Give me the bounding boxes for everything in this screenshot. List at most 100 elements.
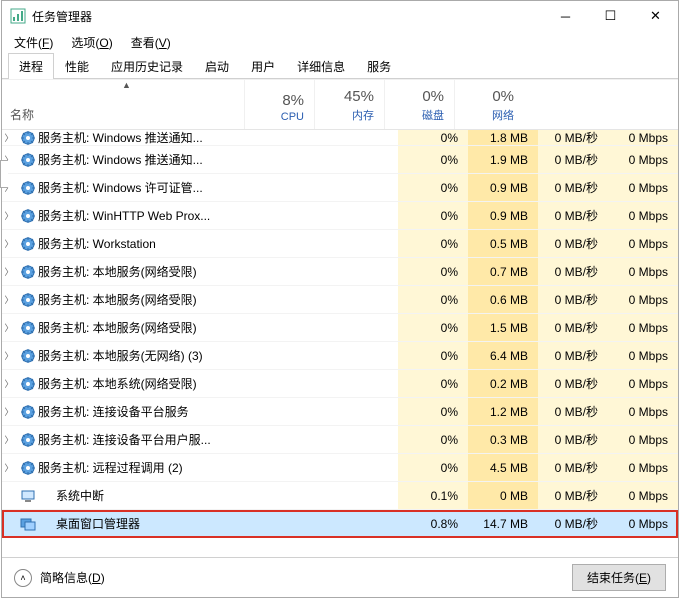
tab-6[interactable]: 服务 <box>356 53 402 79</box>
expand-icon[interactable]: 〉 <box>2 349 16 362</box>
memory-value: 0.2 MB <box>468 370 538 397</box>
process-row[interactable]: 〉服务主机: 连接设备平台服务0%1.2 MB0 MB/秒0 Mbps <box>2 398 678 426</box>
menu-o[interactable]: 选项(O) <box>65 32 118 53</box>
cpu-value: 0.1% <box>398 482 468 509</box>
network-value: 0 Mbps <box>608 258 678 285</box>
cpu-value: 0% <box>398 258 468 285</box>
process-name: 服务主机: 连接设备平台服务 <box>38 403 398 420</box>
tab-3[interactable]: 启动 <box>194 53 240 79</box>
disk-value: 0 MB/秒 <box>538 426 608 453</box>
expand-icon[interactable]: 〉 <box>2 209 16 222</box>
memory-value: 0.3 MB <box>468 426 538 453</box>
disk-value: 0 MB/秒 <box>538 342 608 369</box>
expand-icon[interactable]: 〉 <box>2 321 16 334</box>
minimize-button[interactable]: ─ <box>543 1 588 31</box>
process-row[interactable]: 〉服务主机: 本地服务(无网络) (3)0%6.4 MB0 MB/秒0 Mbps <box>2 342 678 370</box>
process-name: 服务主机: 本地服务(网络受限) <box>38 291 398 308</box>
disk-value: 0 MB/秒 <box>538 230 608 257</box>
disk-value: 0 MB/秒 <box>538 398 608 425</box>
end-task-button[interactable]: 结束任务(E) <box>572 564 666 591</box>
process-row[interactable]: 〉服务主机: 本地服务(网络受限)0%0.7 MB0 MB/秒0 Mbps <box>2 258 678 286</box>
close-button[interactable]: ✕ <box>633 1 678 31</box>
cpu-value: 0% <box>398 130 468 145</box>
network-value: 0 Mbps <box>608 146 678 173</box>
process-content: ▲ 名称 8% CPU 45% 内存 0% 磁盘 0% 网络 〉服务主机: Wi… <box>2 79 678 557</box>
network-value: 0 Mbps <box>608 286 678 313</box>
disk-value: 0 MB/秒 <box>538 174 608 201</box>
process-row[interactable]: 〉服务主机: 连接设备平台用户服...0%0.3 MB0 MB/秒0 Mbps <box>2 426 678 454</box>
memory-label: 内存 <box>352 107 374 123</box>
process-row[interactable]: 〉 服务主机: WinHTTP Web Prox...0%0.9 MB0 MB/秒… <box>2 202 678 230</box>
process-row[interactable]: 桌面窗口管理器0.8%14.7 MB0 MB/秒0 Mbps <box>2 510 678 538</box>
expand-icon[interactable]: 〉 <box>2 237 16 250</box>
process-name: 服务主机: Windows 推送通知... <box>38 151 398 168</box>
disk-value: 0 MB/秒 <box>538 314 608 341</box>
memory-value: 1.2 MB <box>468 398 538 425</box>
memory-value: 0.9 MB <box>468 202 538 229</box>
cpu-value: 0% <box>398 370 468 397</box>
tab-2[interactable]: 应用历史记录 <box>100 53 194 79</box>
expand-icon[interactable]: 〉 <box>2 377 16 390</box>
tab-4[interactable]: 用户 <box>240 53 286 79</box>
maximize-button[interactable]: ☐ <box>588 1 633 31</box>
menu-v[interactable]: 查看(V) <box>125 32 177 53</box>
process-icon <box>18 264 38 280</box>
titlebar[interactable]: 任务管理器 ─ ☐ ✕ <box>2 1 678 31</box>
window-title: 任务管理器 <box>32 8 543 25</box>
cpu-column-header[interactable]: 8% CPU <box>244 80 314 129</box>
process-icon <box>18 130 38 146</box>
process-row[interactable]: 〉服务主机: 远程过程调用 (2)0%4.5 MB0 MB/秒0 Mbps <box>2 454 678 482</box>
expand-icon[interactable]: 〉 <box>2 405 16 418</box>
memory-column-header[interactable]: 45% 内存 <box>314 80 384 129</box>
disk-percent: 0% <box>422 88 444 105</box>
process-name: 服务主机: WinHTTP Web Prox... <box>38 207 398 224</box>
cpu-value: 0% <box>398 398 468 425</box>
network-label: 网络 <box>492 107 514 123</box>
column-headers[interactable]: ▲ 名称 8% CPU 45% 内存 0% 磁盘 0% 网络 <box>2 80 678 130</box>
fewer-details-link[interactable]: ˄ 简略信息(D) <box>14 569 105 587</box>
network-value: 0 Mbps <box>608 342 678 369</box>
process-icon <box>18 376 38 392</box>
expand-icon[interactable]: 〉 <box>2 131 16 144</box>
process-row[interactable]: 〉服务主机: Windows 推送通知...0%1.9 MB0 MB/秒0 Mb… <box>2 146 678 174</box>
memory-value: 0 MB <box>468 482 538 509</box>
process-list[interactable]: 〉服务主机: Windows 推送通知...0%1.8 MB0 MB/秒0 Mb… <box>2 130 678 557</box>
cpu-value: 0.8% <box>398 510 468 537</box>
process-icon <box>18 432 38 448</box>
disk-column-header[interactable]: 0% 磁盘 <box>384 80 454 129</box>
process-row[interactable]: 〉服务主机: Windows 许可证管...0%0.9 MB0 MB/秒0 Mb… <box>2 174 678 202</box>
process-icon <box>18 152 38 168</box>
footer: ˄ 简略信息(D) 结束任务(E) <box>2 557 678 597</box>
expand-icon[interactable]: 〉 <box>2 265 16 278</box>
sort-indicator-icon: ▲ <box>122 80 131 90</box>
process-row[interactable]: 〉服务主机: 本地系统(网络受限)0%0.2 MB0 MB/秒0 Mbps <box>2 370 678 398</box>
process-row[interactable]: 〉服务主机: Windows 推送通知...0%1.8 MB0 MB/秒0 Mb… <box>2 130 678 146</box>
cpu-value: 0% <box>398 202 468 229</box>
process-row[interactable]: 〉服务主机: 本地服务(网络受限)0%0.6 MB0 MB/秒0 Mbps <box>2 286 678 314</box>
cpu-value: 0% <box>398 314 468 341</box>
process-name: 系统中断 <box>38 487 398 504</box>
disk-value: 0 MB/秒 <box>538 202 608 229</box>
network-value: 0 Mbps <box>608 454 678 481</box>
process-row[interactable]: 〉服务主机: 本地服务(网络受限)0%1.5 MB0 MB/秒0 Mbps <box>2 314 678 342</box>
network-column-header[interactable]: 0% 网络 <box>454 80 524 129</box>
menubar: 文件(F) 选项(O) 查看(V) <box>2 31 678 53</box>
disk-value: 0 MB/秒 <box>538 370 608 397</box>
memory-value: 1.9 MB <box>468 146 538 173</box>
process-row[interactable]: 〉服务主机: Workstation0%0.5 MB0 MB/秒0 Mbps <box>2 230 678 258</box>
tab-1[interactable]: 性能 <box>54 53 100 79</box>
expand-icon[interactable]: 〉 <box>2 293 16 306</box>
memory-value: 0.6 MB <box>468 286 538 313</box>
process-icon <box>18 208 38 224</box>
network-value: 0 Mbps <box>608 426 678 453</box>
tab-5[interactable]: 详细信息 <box>286 53 356 79</box>
menu-f[interactable]: 文件(F) <box>8 32 59 53</box>
expand-icon[interactable]: 〉 <box>2 433 16 446</box>
process-name: 服务主机: Workstation <box>38 235 398 252</box>
expand-icon[interactable]: 〉 <box>2 461 16 474</box>
network-value: 0 Mbps <box>608 482 678 509</box>
process-row[interactable]: 系统中断0.1%0 MB0 MB/秒0 Mbps <box>2 482 678 510</box>
memory-value: 0.7 MB <box>468 258 538 285</box>
tab-0[interactable]: 进程 <box>8 53 54 79</box>
memory-percent: 45% <box>344 88 374 105</box>
